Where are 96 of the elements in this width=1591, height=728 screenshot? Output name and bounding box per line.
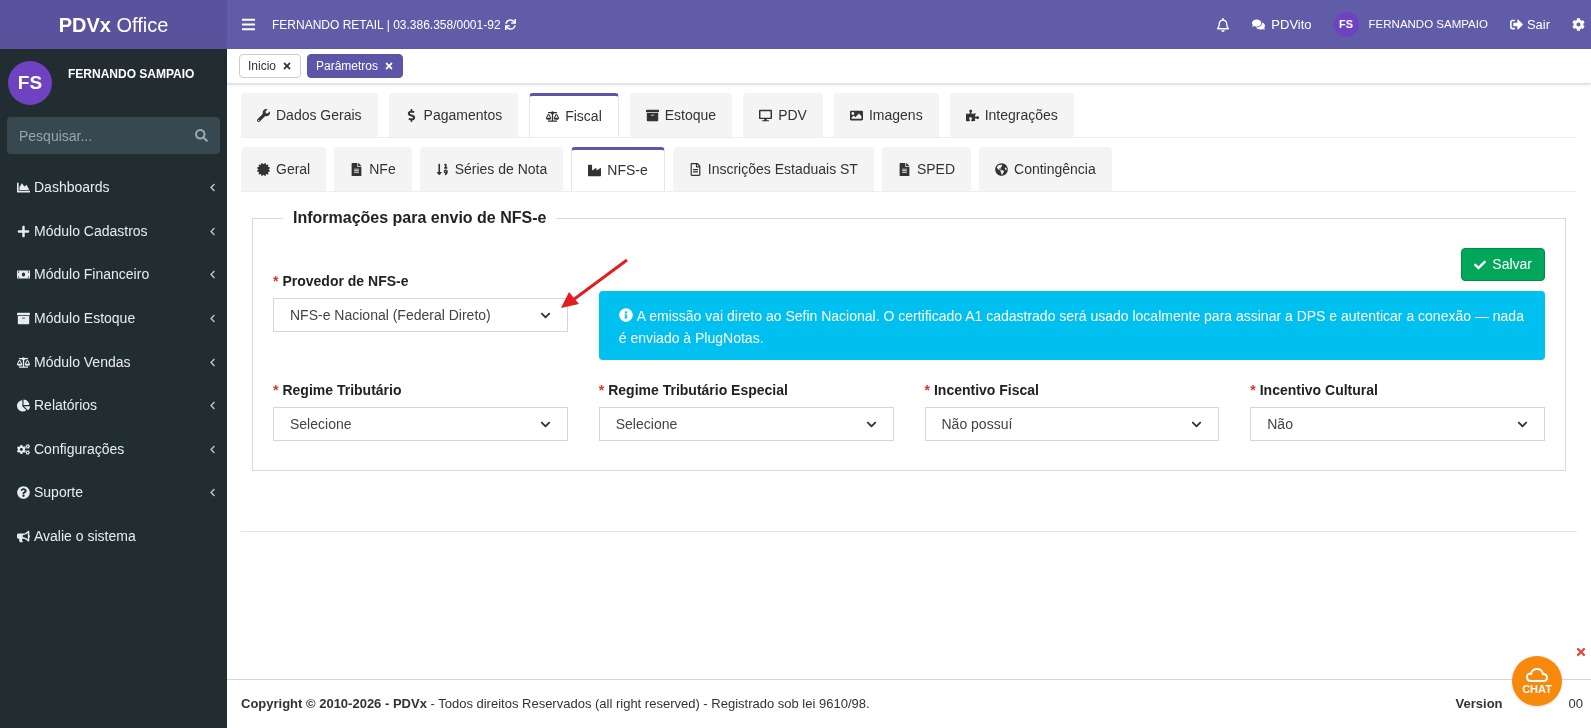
wrench-icon	[257, 108, 270, 122]
menu-icon[interactable]	[241, 17, 256, 32]
chevron-left-icon	[208, 444, 217, 454]
user-avatar: FS	[8, 61, 52, 105]
badge-icon	[257, 162, 270, 176]
tab[interactable]: Fiscal	[529, 93, 619, 137]
field-label: Provedor de NFS-e	[282, 272, 409, 291]
tab[interactable]: Séries de Nota	[419, 147, 564, 191]
chevron-left-icon	[208, 314, 217, 324]
search-field[interactable]: Pesquisar...	[7, 117, 220, 154]
document-icon	[350, 162, 364, 176]
settings-icon[interactable]	[1572, 18, 1585, 31]
field-label: Incentivo Fiscal	[933, 381, 1039, 400]
megaphone-icon	[17, 530, 30, 544]
user-name[interactable]: FERNANDO SAMPAIO	[1368, 15, 1488, 34]
select-field[interactable]: Não possuí	[924, 407, 1220, 441]
tab[interactable]: Dados Gerais	[241, 93, 378, 137]
pie-chart-icon	[17, 399, 30, 413]
info-icon	[618, 308, 633, 323]
close-icon[interactable]	[384, 61, 395, 71]
chevron-left-icon	[208, 270, 217, 280]
tab[interactable]: NFS-e	[571, 147, 665, 191]
search-icon	[195, 129, 208, 142]
info-alert: A emissão vai direto ao Sefin Nacional. O certificado A1 cadastrado será usado localmente para assinar a DPS e autenticar a conexão — nada é enviado à PlugNotas.	[598, 291, 1545, 360]
tab[interactable]: PDV	[743, 93, 823, 137]
document-icon	[688, 162, 702, 176]
bell-icon[interactable]	[1216, 17, 1231, 32]
sidebar-item[interactable]: Dashboards	[0, 166, 227, 210]
tab[interactable]: Imagens	[833, 93, 939, 137]
archive-box-icon	[645, 108, 659, 122]
image-icon	[849, 108, 863, 122]
required-asterisk: *	[1250, 381, 1256, 400]
select-field[interactable]: Não	[1250, 407, 1545, 441]
chevron-left-icon	[208, 357, 217, 367]
sidebar-item[interactable]: Suporte	[0, 471, 227, 515]
page-tab[interactable]: Inicio	[239, 54, 301, 78]
field-label: Incentivo Cultural	[1259, 381, 1378, 400]
annotation-arrow	[559, 258, 629, 310]
sidebar-item[interactable]: Avalie o sistema	[0, 514, 227, 559]
page-tab[interactable]: Parâmetros	[307, 54, 404, 78]
cloud-icon	[1526, 667, 1548, 682]
sidebar-item[interactable]: Módulo Vendas	[0, 340, 227, 384]
chevron-left-icon	[208, 183, 217, 193]
user-avatar[interactable]: FS	[1333, 12, 1359, 37]
required-asterisk: *	[924, 381, 930, 400]
sidebar-item[interactable]: Relatórios	[0, 383, 227, 428]
select-field[interactable]: Selecione	[273, 407, 568, 441]
archive-box-icon	[17, 312, 30, 326]
globe-icon	[995, 162, 1009, 176]
gears-icon	[17, 442, 30, 456]
tab[interactable]: Estoque	[629, 93, 733, 137]
plus-icon	[17, 224, 30, 238]
select-field[interactable]: NFS-e Nacional (Federal Direto)	[273, 298, 568, 332]
tab[interactable]: Geral	[241, 147, 327, 191]
scale-icon	[546, 110, 560, 123]
refresh-icon[interactable]	[504, 19, 516, 30]
monitor-icon	[759, 108, 773, 122]
brand-logo[interactable]: PDVx Office	[58, 9, 169, 40]
sidebar-item[interactable]: Módulo Financeiro	[0, 253, 227, 297]
sidebar-item[interactable]: Módulo Estoque	[0, 296, 227, 341]
factory-icon	[588, 164, 602, 177]
sidebar-item[interactable]: Configurações	[0, 427, 227, 472]
check-icon	[1474, 258, 1487, 271]
chat-bubbles-icon	[1252, 18, 1266, 31]
version-number: 00	[1568, 695, 1583, 714]
required-asterisk: *	[273, 381, 279, 400]
tab[interactable]: Pagamentos	[388, 93, 519, 137]
sort-numeric-icon	[435, 162, 449, 176]
select-field[interactable]: Selecione	[598, 407, 894, 441]
question-icon	[17, 486, 30, 500]
field-label: Regime Tributário	[282, 381, 402, 400]
required-asterisk: *	[598, 381, 605, 400]
field-label: Regime Tributário Especial	[608, 381, 788, 400]
tab[interactable]: Integrações	[949, 93, 1074, 137]
tab[interactable]: NFe	[334, 147, 412, 191]
tab[interactable]: Inscrições Estaduais ST	[672, 147, 874, 191]
copyright-text: Copyright © 2010-2026 - PDVx - Todos direitos Reservados (all right reserved) - Registrado sob lei 9610/98.	[241, 695, 870, 714]
user-name: FERNANDO SAMPAIO	[68, 66, 195, 83]
required-asterisk: *	[273, 272, 279, 291]
logout-link[interactable]: Sair	[1509, 14, 1550, 35]
puzzle-icon	[965, 108, 979, 122]
chevron-left-icon	[208, 401, 217, 411]
company-name: FERNANDO RETAIL | 03.386.358/0001-92	[272, 16, 501, 34]
area-chart-icon	[17, 181, 30, 195]
close-icon[interactable]	[282, 61, 292, 71]
panel-title: Informações para envio de NFS-e	[292, 208, 548, 228]
sidebar-item[interactable]: Módulo Cadastros	[0, 209, 227, 254]
tab[interactable]: Contingência	[979, 147, 1112, 191]
version-label: Version	[1455, 695, 1503, 714]
logout-icon	[1509, 18, 1523, 31]
assistant-link[interactable]: PDVito	[1252, 14, 1312, 35]
document-icon	[897, 162, 911, 176]
scale-icon	[17, 355, 30, 369]
chevron-left-icon	[208, 226, 217, 236]
chevron-left-icon	[208, 488, 217, 498]
tab[interactable]: SPED	[881, 147, 972, 191]
